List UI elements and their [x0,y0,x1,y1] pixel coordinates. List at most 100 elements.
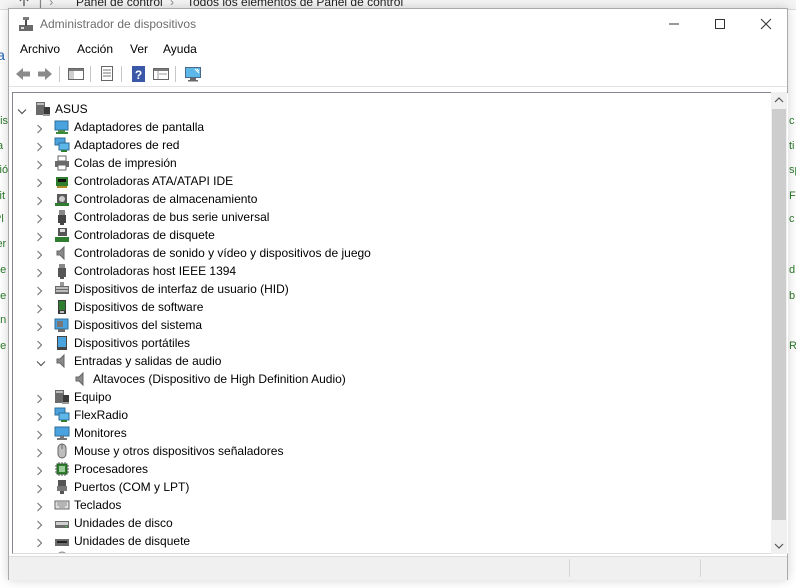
tree-item-label: Controladoras host IEEE 1394 [74,264,237,278]
tree-item-8[interactable]: Controladoras host IEEE 1394 [13,262,773,280]
tree-item-0[interactable]: Adaptadores de pantalla [13,118,773,136]
view-button[interactable] [150,64,172,84]
close-button[interactable] [743,9,789,39]
forward-button[interactable] [34,64,56,84]
device-tree: ASUS Adaptadores de pantalla Adaptadores d… [12,92,788,554]
tree-item-label: Mouse y otros dispositivos señaladores [74,444,284,458]
scan-hardware-button[interactable] [182,64,204,84]
tree-item-12[interactable]: Dispositivos portátiles [13,334,773,352]
tree-item-14[interactable]: Altavoces (Dispositivo de High Definitio… [13,370,773,388]
tree-item-1[interactable]: Adaptadores de red [13,136,773,154]
view-icon [153,68,169,80]
expand-chevron-icon[interactable] [36,465,44,476]
tree-item-4[interactable]: Controladoras de almacenamiento [13,190,773,208]
menu-accion[interactable]: Acción [77,42,113,56]
expand-chevron-icon[interactable] [36,447,44,458]
help-button[interactable]: ? [128,64,150,84]
tree-item-label: Entradas y salidas de audio [74,354,222,368]
tree-item-5[interactable]: Controladoras de bus serie universal [13,208,773,226]
expand-chevron-icon[interactable] [36,519,44,530]
expand-chevron-icon[interactable] [36,501,44,512]
tree-item-label: Dispositivos portátiles [74,336,191,350]
maximize-icon [715,19,725,29]
expand-chevron-icon[interactable] [36,483,44,494]
speaker-icon [54,245,70,261]
menu-bar: Archivo Acción Ver Ayuda [9,40,787,60]
expand-chevron-icon[interactable] [36,303,44,314]
scrollbar-thumb[interactable] [772,109,786,520]
tree-item-label: Unidades de disco [74,516,173,530]
expand-chevron-icon[interactable] [36,141,44,152]
tree-item-label: Teclados [74,498,122,512]
expand-chevron-icon[interactable] [36,213,44,224]
tree-item-15[interactable]: Equipo [13,388,773,406]
background-text: d [789,264,796,276]
tree-item-23[interactable]: Unidades de disquete [13,532,773,550]
back-button[interactable] [12,64,34,84]
expand-chevron-icon[interactable] [36,249,44,260]
expand-chevron-icon[interactable] [36,339,44,350]
tree-item-11[interactable]: Dispositivos del sistema [13,316,773,334]
processor-icon [54,461,70,477]
expand-chevron-icon[interactable] [36,177,44,188]
collapse-chevron-icon[interactable] [36,357,46,367]
expand-chevron-icon[interactable] [36,267,44,278]
scroll-down-button[interactable] [771,537,787,554]
background-text: ta [0,140,4,152]
minimize-button[interactable] [651,9,697,39]
show-hide-console-tree-button[interactable] [65,64,87,84]
title-bar[interactable]: Administrador de dispositivos [9,9,787,39]
maximize-button[interactable] [697,9,743,39]
tree-item-label: Unidades de DVD o CD-ROM [74,552,233,553]
tree-item-9[interactable]: Dispositivos de interfaz de usuario (HID… [13,280,773,298]
expand-chevron-icon[interactable] [36,429,44,440]
tree-item-label: Controladoras de almacenamiento [74,192,258,206]
tree-item-label: Adaptadores de red [74,138,180,152]
tree-item-24[interactable]: Unidades de DVD o CD-ROM [13,550,773,553]
tree-item-3[interactable]: Controladoras ATA/ATAPI IDE [13,172,773,190]
tree-item-22[interactable]: Unidades de disco [13,514,773,532]
device-manager-icon [18,16,34,32]
background-text: Pl [0,213,4,225]
tree-root[interactable]: ASUS [13,100,773,118]
scroll-up-button[interactable] [771,92,787,109]
tree-item-13[interactable]: Entradas y salidas de audio [13,352,773,370]
expand-chevron-icon[interactable] [36,411,44,422]
vertical-scrollbar[interactable] [771,92,787,554]
menu-archivo[interactable]: Archivo [20,42,60,56]
tree-item-2[interactable]: Colas de impresión [13,154,773,172]
properties-button[interactable] [96,64,118,84]
collapse-chevron-icon[interactable] [17,105,27,115]
tree-item-label: Adaptadores de pantalla [74,120,205,134]
tree-item-18[interactable]: Mouse y otros dispositivos señaladores [13,442,773,460]
tree-item-6[interactable]: Controladoras de disquete [13,226,773,244]
background-text: nis [0,115,9,127]
tree-item-7[interactable]: Controladoras de sonido y vídeo y dispos… [13,244,773,262]
tree-item-20[interactable]: Puertos (COM y LPT) [13,478,773,496]
tree-item-19[interactable]: Procesadores [13,460,773,478]
software-device-icon [54,299,70,315]
menu-ayuda[interactable]: Ayuda [163,42,197,56]
chevron-up-icon [774,97,784,103]
close-icon [760,18,772,30]
dvd-drive-icon [54,551,70,553]
expand-chevron-icon[interactable] [36,123,44,134]
back-icon [16,68,30,80]
menu-ver[interactable]: Ver [130,42,148,56]
expand-chevron-icon[interactable] [36,159,44,170]
tree-item-label: Controladoras de bus serie universal [74,210,270,224]
expand-chevron-icon[interactable] [36,285,44,296]
expand-chevron-icon[interactable] [36,195,44,206]
tree-item-label: Dispositivos del sistema [74,318,203,332]
tree-item-16[interactable]: FlexRadio [13,406,773,424]
expand-chevron-icon[interactable] [36,321,44,332]
tree-item-label: Dispositivos de software [74,300,204,314]
tree-item-17[interactable]: Monitores [13,424,773,442]
tree-item-10[interactable]: Dispositivos de software [13,298,773,316]
expand-chevron-icon[interactable] [36,231,44,242]
floppy-drive-icon [54,533,70,549]
expand-chevron-icon[interactable] [36,537,44,548]
tree-item-21[interactable]: Teclados [13,496,773,514]
tree-item-label: Controladoras ATA/ATAPI IDE [74,174,234,188]
expand-chevron-icon[interactable] [36,393,44,404]
